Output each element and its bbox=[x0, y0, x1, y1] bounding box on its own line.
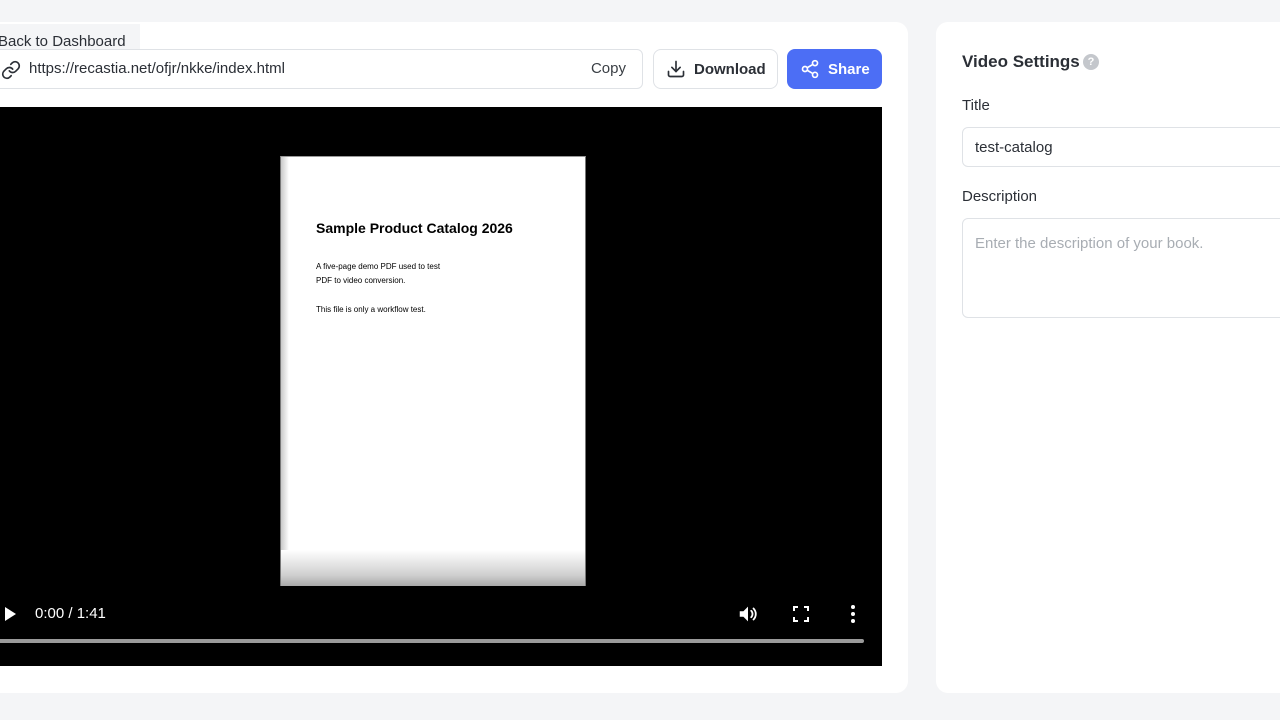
video-time: 0:00 / 1:41 bbox=[35, 605, 106, 622]
play-icon[interactable] bbox=[2, 605, 18, 623]
share-button[interactable]: Share bbox=[787, 49, 882, 89]
title-label: Title bbox=[962, 97, 990, 114]
help-icon[interactable]: ? bbox=[1083, 54, 1099, 70]
share-icon bbox=[801, 59, 819, 79]
settings-title: Video Settings bbox=[962, 52, 1080, 71]
fullscreen-icon[interactable] bbox=[792, 605, 810, 623]
page-text-line: PDF to video conversion. bbox=[316, 276, 406, 285]
share-label: Share bbox=[828, 60, 870, 78]
download-label: Download bbox=[694, 60, 766, 78]
share-url-text: https://recastia.net/ofjr/nkke/index.htm… bbox=[29, 60, 285, 77]
download-button[interactable]: Download bbox=[653, 49, 778, 89]
more-options-icon[interactable] bbox=[849, 604, 857, 624]
page-text-line: This file is only a workflow test. bbox=[316, 305, 426, 314]
video-progress-bar[interactable] bbox=[0, 639, 864, 643]
download-icon bbox=[667, 60, 685, 78]
page-text-line: A five-page demo PDF used to test bbox=[316, 262, 441, 271]
description-label: Description bbox=[962, 188, 1038, 205]
volume-icon[interactable] bbox=[737, 603, 759, 625]
copy-button[interactable]: Copy bbox=[591, 60, 626, 77]
pdf-page-preview: Sample Product Catalog 2026 A five-page … bbox=[280, 156, 586, 586]
video-settings-panel: Video Settings ? Title Description bbox=[936, 22, 1280, 693]
video-player[interactable]: Sample Product Catalog 2026 A five-page … bbox=[0, 107, 882, 666]
title-input[interactable] bbox=[962, 127, 1280, 167]
link-icon bbox=[1, 60, 21, 80]
share-url-box: https://recastia.net/ofjr/nkke/index.htm… bbox=[0, 49, 643, 89]
page-title: Sample Product Catalog 2026 bbox=[316, 220, 513, 236]
description-input[interactable] bbox=[962, 218, 1280, 318]
